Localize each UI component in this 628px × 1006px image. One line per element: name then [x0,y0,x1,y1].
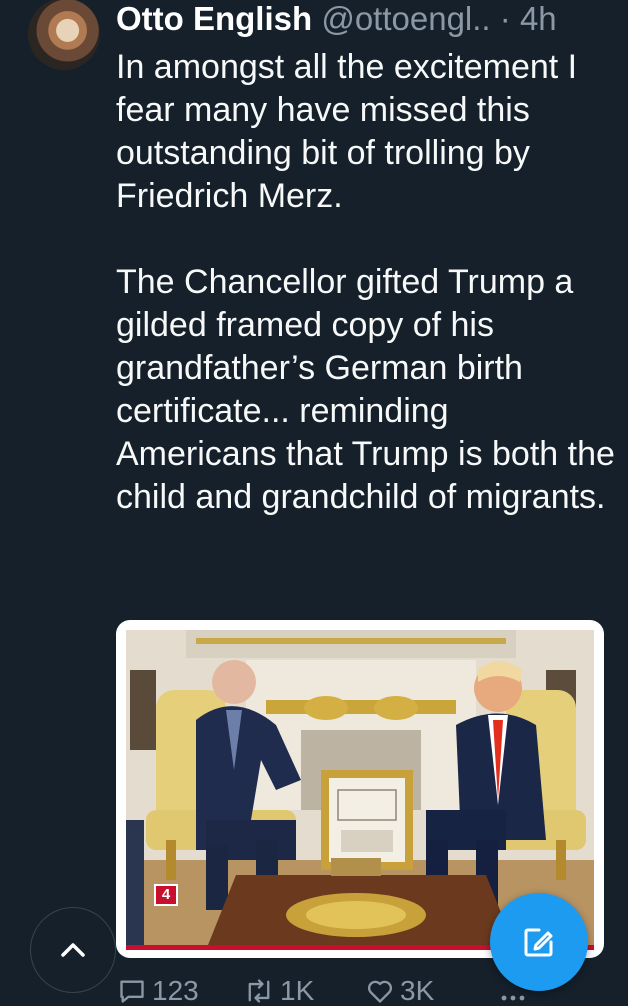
retweet-button[interactable]: 1K [244,976,314,1006]
retweet-icon [248,979,270,1003]
reply-icon [120,980,144,1003]
tweet[interactable]: Otto English @ottoengl.. · 4h In amongst… [0,0,628,1006]
chevron-up-icon [61,943,85,957]
compose-button[interactable] [490,893,588,991]
reply-button[interactable]: 123 [118,976,199,1006]
tweet-paragraph: In amongst all the excitement I fear man… [116,48,578,215]
like-button[interactable]: 3K [366,976,434,1006]
tweet-text: In amongst all the excitement I fear man… [116,46,616,519]
media-badge: 4 [154,884,178,906]
reply-count: 123 [152,975,199,1006]
tweet-header: Otto English @ottoengl.. · 4h [116,0,616,40]
tweet-paragraph: The Chancellor gifted Trump a gilded fra… [116,263,615,516]
author-name[interactable]: Otto English [116,0,312,37]
author-handle[interactable]: @ottoengl.. [321,0,490,37]
compose-icon [524,928,553,957]
scroll-to-top-button[interactable] [30,907,116,993]
separator: · [499,0,511,37]
avatar[interactable] [28,0,100,70]
like-count: 3K [400,975,435,1006]
timestamp[interactable]: 4h [520,0,557,37]
retweet-count: 1K [280,975,315,1006]
heart-icon [367,980,393,1003]
